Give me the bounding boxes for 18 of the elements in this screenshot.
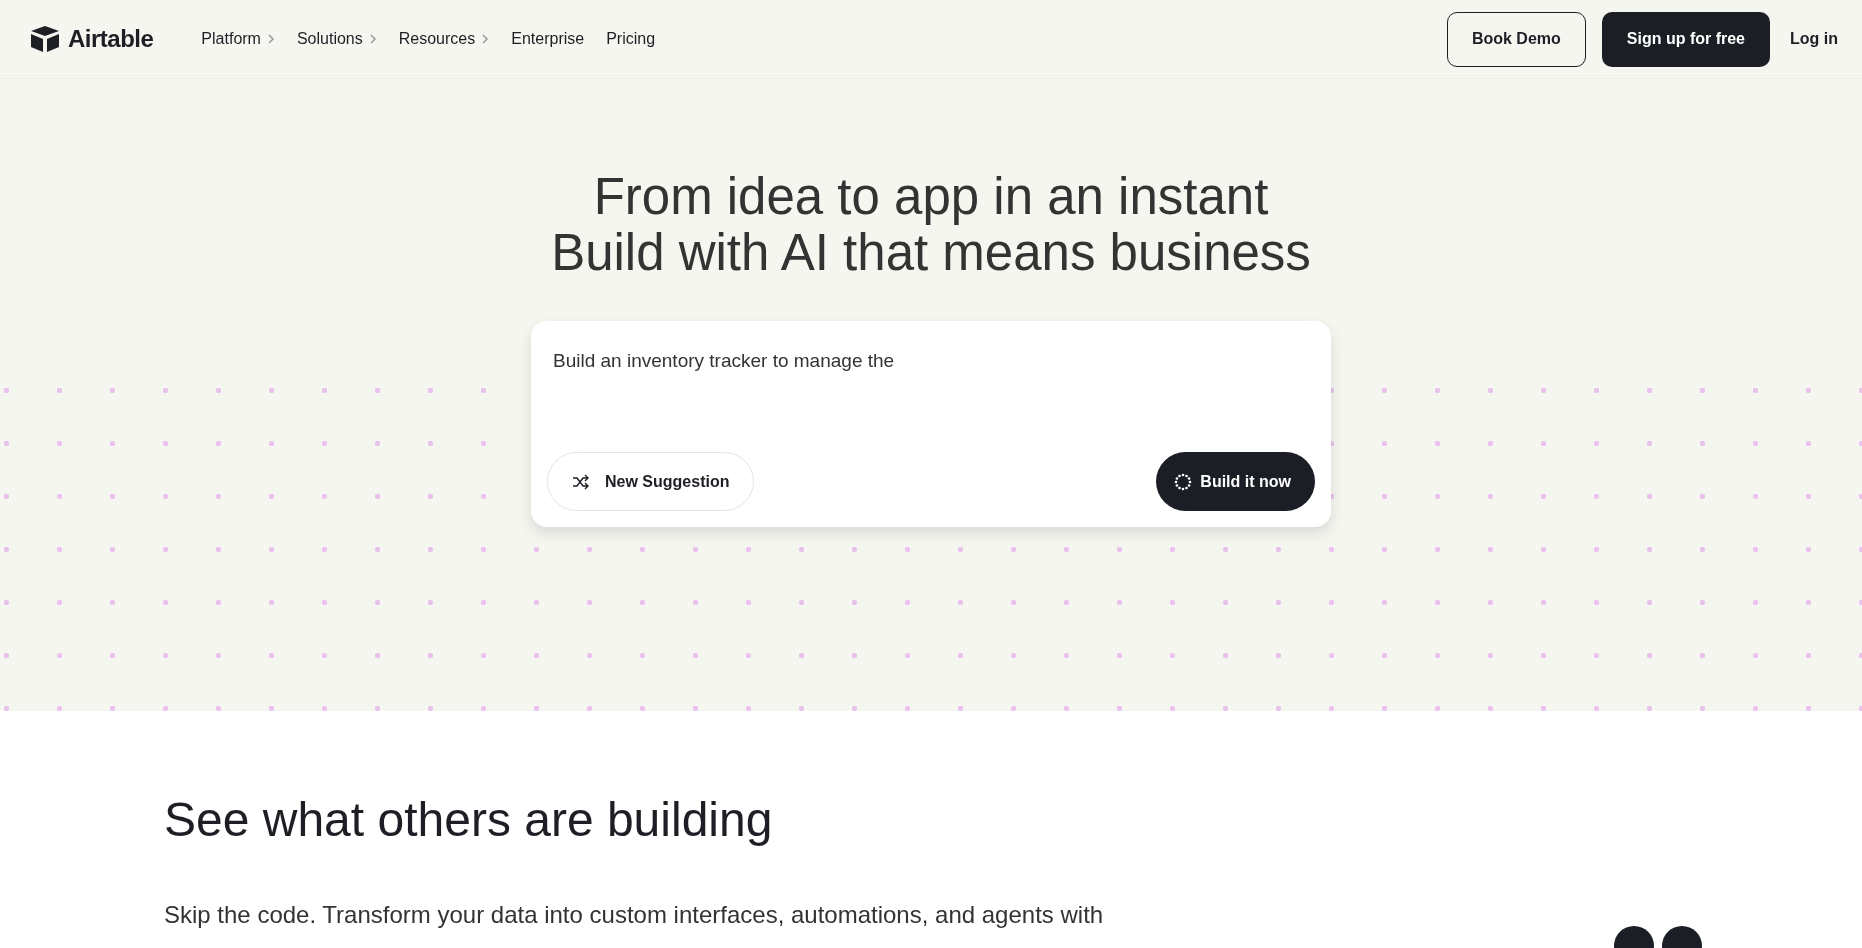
sparkle-icon <box>1174 472 1193 491</box>
login-link[interactable]: Log in <box>1786 27 1842 51</box>
nav-link[interactable]: Resources <box>398 27 490 51</box>
nav-link[interactable]: Pricing <box>606 27 656 51</box>
section-text: Skip the code. Transform your data into custom interfaces, automations, and agents with <box>164 899 1105 930</box>
signup-button[interactable]: Sign up for free <box>1601 11 1770 67</box>
nav-link[interactable]: Platform <box>201 27 275 51</box>
build-button[interactable]: Build it now <box>1156 452 1315 511</box>
prompt-field[interactable]: Build an inventory tracker to manage the New Suggestion Build it now <box>531 321 1331 527</box>
demo-button[interactable]: Book Demo <box>1446 11 1586 67</box>
nav-link[interactable]: Solutions <box>296 27 377 51</box>
nav-link[interactable]: Enterprise <box>511 27 585 51</box>
logo-link[interactable]: Airtable <box>30 21 154 57</box>
section-heading: See what others are building <box>164 792 774 848</box>
logo-icon <box>30 25 60 53</box>
shuffle-icon <box>572 473 589 490</box>
suggestion-button[interactable]: New Suggestion <box>547 452 755 511</box>
hero-heading: From idea to app in an instant Build with AI that means business <box>550 169 1312 281</box>
